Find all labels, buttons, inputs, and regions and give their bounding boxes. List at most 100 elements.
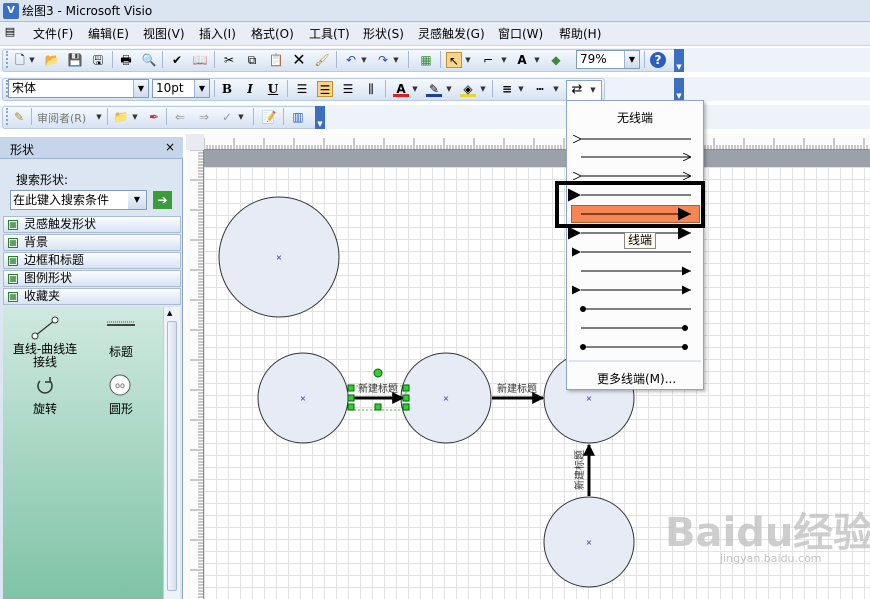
reviewing-pane-icon[interactable]: ▥ (290, 109, 306, 125)
open-icon[interactable]: 📂 (44, 52, 60, 68)
zoom-dropdown-arrow[interactable]: ▼ (624, 51, 639, 68)
stencil-scrollbar[interactable]: ▲ (163, 307, 180, 599)
connector-dropdown[interactable]: ▼ (500, 52, 508, 68)
line-pattern-icon[interactable]: ┅ (532, 81, 548, 97)
menu-file[interactable]: 文件(F) (33, 26, 73, 42)
new-dropdown[interactable]: ▼ (28, 52, 36, 68)
redo-dropdown[interactable]: ▼ (392, 52, 400, 68)
folder-dropdown[interactable]: ▼ (131, 109, 139, 125)
align-right-icon[interactable]: ☰ (340, 81, 356, 97)
pen-icon[interactable]: ✒ (146, 109, 162, 125)
reviewer-button[interactable]: 审阅者(R) (37, 110, 86, 126)
toolbar-grip[interactable] (6, 108, 9, 125)
accept-icon[interactable]: ✓ (219, 109, 235, 125)
delete-icon[interactable]: ✕ (291, 52, 307, 68)
master-rotate-label[interactable]: 旋转 (23, 400, 67, 417)
print-icon[interactable]: 🖶 (118, 52, 134, 68)
copy-icon[interactable]: ⧉ (244, 52, 260, 68)
more-line-ends-option[interactable]: 更多线端(M)... (597, 370, 676, 387)
scroll-up-icon[interactable]: ▲ (167, 309, 172, 317)
font-dropdown-arrow[interactable]: ▼ (133, 80, 148, 97)
reviewer-dropdown[interactable]: ▼ (95, 109, 103, 125)
connector-master-icon[interactable] (31, 316, 59, 340)
permission-icon[interactable]: 🖫 (90, 52, 106, 68)
text-tool-icon[interactable]: A (514, 52, 530, 68)
menu-tools[interactable]: 工具(T) (309, 26, 350, 42)
paste-icon[interactable]: 📋 (268, 52, 284, 68)
bold-button[interactable]: B (219, 81, 235, 97)
scroll-thumb[interactable] (167, 321, 177, 591)
italic-button[interactable]: I (242, 81, 258, 97)
title-master-icon[interactable] (105, 319, 137, 331)
accept-dropdown[interactable]: ▼ (237, 109, 245, 125)
pointer-tool-icon[interactable]: ↖ (446, 52, 462, 68)
search-input[interactable]: 在此键入搜索条件 (10, 190, 147, 210)
line-ends-button[interactable]: ⇄ ▼ (566, 80, 602, 101)
menu-insert[interactable]: 插入(I) (199, 26, 236, 42)
previous-markup-icon[interactable]: ⇐ (172, 109, 188, 125)
toolbar-grip[interactable] (6, 51, 9, 68)
save-icon[interactable]: 💾 (67, 52, 83, 68)
zoom-combo[interactable]: 79% ▼ (576, 50, 640, 69)
align-left-icon[interactable]: ☰ (294, 81, 310, 97)
menu-help[interactable]: 帮助(H) (559, 26, 601, 42)
shapes-window-icon[interactable]: ▦ (418, 52, 434, 68)
spelling-icon[interactable]: ✔ (169, 52, 185, 68)
new-icon[interactable]: 🗋 (12, 52, 28, 68)
format-painter-icon[interactable]: 🖌 (314, 52, 330, 68)
menu-window[interactable]: 窗口(W) (498, 26, 543, 42)
toolbar-options-icon[interactable]: ▼ (315, 106, 325, 129)
horizontal-ruler[interactable] (203, 134, 870, 150)
research-icon[interactable]: 📖 (192, 52, 208, 68)
undo-dropdown[interactable]: ▼ (360, 52, 368, 68)
stencil-background[interactable]: ▦ 背景 (3, 234, 181, 251)
help-icon[interactable]: ? (650, 52, 666, 68)
menu-format[interactable]: 格式(O) (251, 26, 294, 42)
fill-color-icon[interactable]: ◈ (460, 81, 476, 97)
new-comment-icon[interactable]: 📝 (261, 109, 277, 125)
redo-icon[interactable]: ↷ (375, 52, 391, 68)
next-markup-icon[interactable]: ⇒ (196, 109, 212, 125)
drawing-tools-icon[interactable]: ◆ (548, 52, 564, 68)
font-size-dropdown-arrow[interactable]: ▼ (194, 80, 209, 97)
justify-icon[interactable]: ⫼ (363, 81, 379, 97)
visio-app-icon[interactable]: V (3, 3, 19, 19)
underline-button[interactable]: U (265, 81, 281, 97)
toolbar-options-icon[interactable]: ▼ (674, 49, 684, 72)
line-color-dropdown[interactable]: ▼ (445, 81, 453, 97)
master-title-label[interactable]: 标题 (101, 343, 141, 360)
font-size-combo[interactable]: 10pt ▼ (152, 79, 210, 98)
font-color-icon[interactable]: A (393, 81, 409, 97)
menu-shape[interactable]: 形状(S) (363, 26, 404, 42)
menu-edit[interactable]: 编辑(E) (88, 26, 129, 42)
search-dropdown-arrow[interactable]: ▼ (128, 191, 146, 209)
pointer-dropdown[interactable]: ▼ (464, 52, 472, 68)
search-go-icon[interactable]: ➔ (153, 191, 172, 209)
undo-icon[interactable]: ↶ (343, 52, 359, 68)
connector-tool-icon[interactable]: ⌐ (480, 52, 496, 68)
master-connector-label[interactable]: 直线-曲线连接线 (9, 343, 81, 369)
align-center-icon[interactable]: ☰ (317, 81, 333, 97)
cut-icon[interactable]: ✂ (221, 52, 237, 68)
markup-icon[interactable]: ✎ (11, 109, 27, 125)
stencil-favorites[interactable]: ▦ 收藏夹 (3, 288, 181, 305)
rotate-master-icon[interactable] (35, 375, 55, 395)
line-weight-icon[interactable]: ≡ (499, 81, 515, 97)
line-pattern-dropdown[interactable]: ▼ (552, 81, 560, 97)
document-menu-icon[interactable]: ▤ (2, 24, 18, 40)
menu-view[interactable]: 视图(V) (143, 26, 185, 42)
text-dropdown[interactable]: ▼ (533, 52, 541, 68)
fill-color-dropdown[interactable]: ▼ (479, 81, 487, 97)
font-color-dropdown[interactable]: ▼ (411, 81, 419, 97)
folder-icon[interactable]: 📁 (113, 109, 129, 125)
stencil-legend-shapes[interactable]: ▦ 图例形状 (3, 270, 181, 287)
stencil-borders-titles[interactable]: ▦ 边框和标题 (3, 252, 181, 269)
line-ends-dropdown[interactable]: ▼ (589, 82, 597, 98)
stencil-inspiration-shapes[interactable]: ▦ 灵感触发形状 (3, 216, 181, 233)
font-combo[interactable]: 宋体 ▼ (8, 79, 149, 98)
print-preview-icon[interactable]: 🔍 (141, 52, 157, 68)
circle-master-icon[interactable]: oo (108, 373, 132, 397)
toolbar-options-icon[interactable]: ▼ (674, 78, 684, 101)
close-icon[interactable]: × (165, 140, 175, 154)
line-weight-dropdown[interactable]: ▼ (517, 81, 525, 97)
